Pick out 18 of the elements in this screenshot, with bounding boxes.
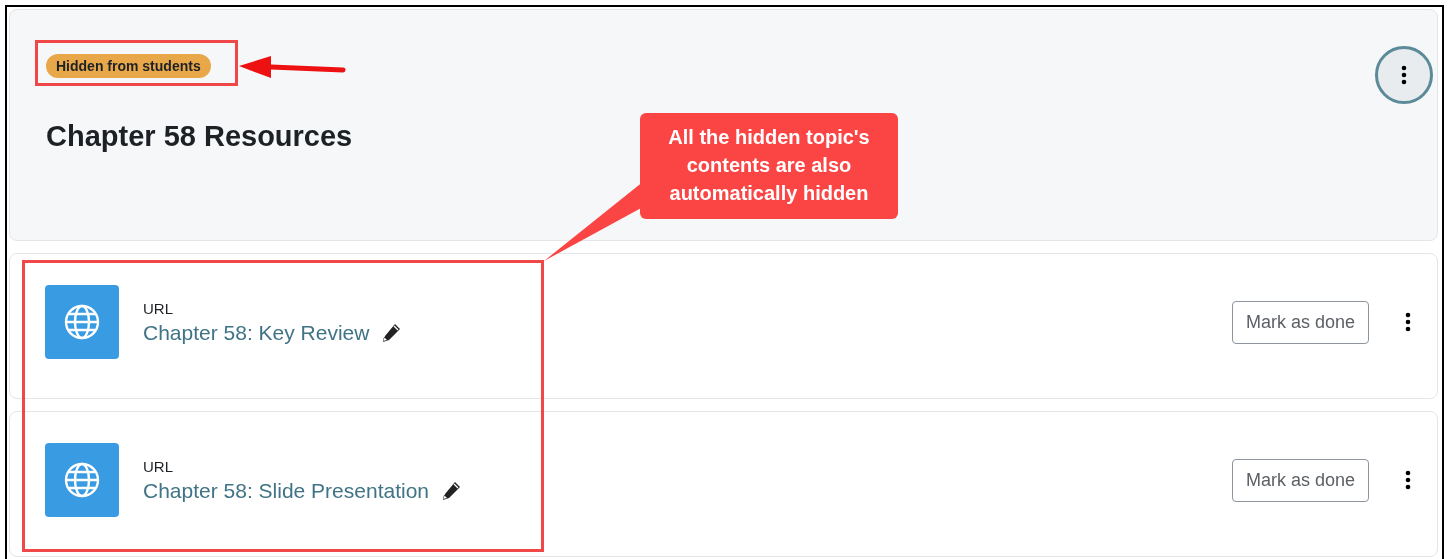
callout-note: All the hidden topic's contents are also automatically hidden: [640, 113, 898, 219]
kebab-icon: [1401, 65, 1407, 85]
kebab-icon: [1405, 312, 1411, 332]
section-menu-button[interactable]: [1375, 46, 1433, 104]
globe-icon: [45, 443, 119, 517]
activity-type: URL: [143, 457, 173, 475]
section-title: Chapter 58 Resources: [46, 120, 353, 153]
globe-icon: [45, 285, 119, 359]
pencil-icon[interactable]: [441, 480, 461, 501]
mark-as-done-button[interactable]: Mark as done: [1231, 300, 1369, 344]
hidden-badge: Hidden from students: [46, 54, 211, 78]
kebab-icon: [1405, 470, 1411, 490]
activity-type: URL: [143, 299, 173, 317]
mark-as-done-button[interactable]: Mark as done: [1231, 458, 1369, 502]
pencil-icon[interactable]: [381, 322, 402, 343]
activity-link[interactable]: Chapter 58: Slide Presentation: [143, 478, 429, 503]
activity-link[interactable]: Chapter 58: Key Review: [143, 320, 370, 345]
arrow-icon: [237, 56, 347, 80]
